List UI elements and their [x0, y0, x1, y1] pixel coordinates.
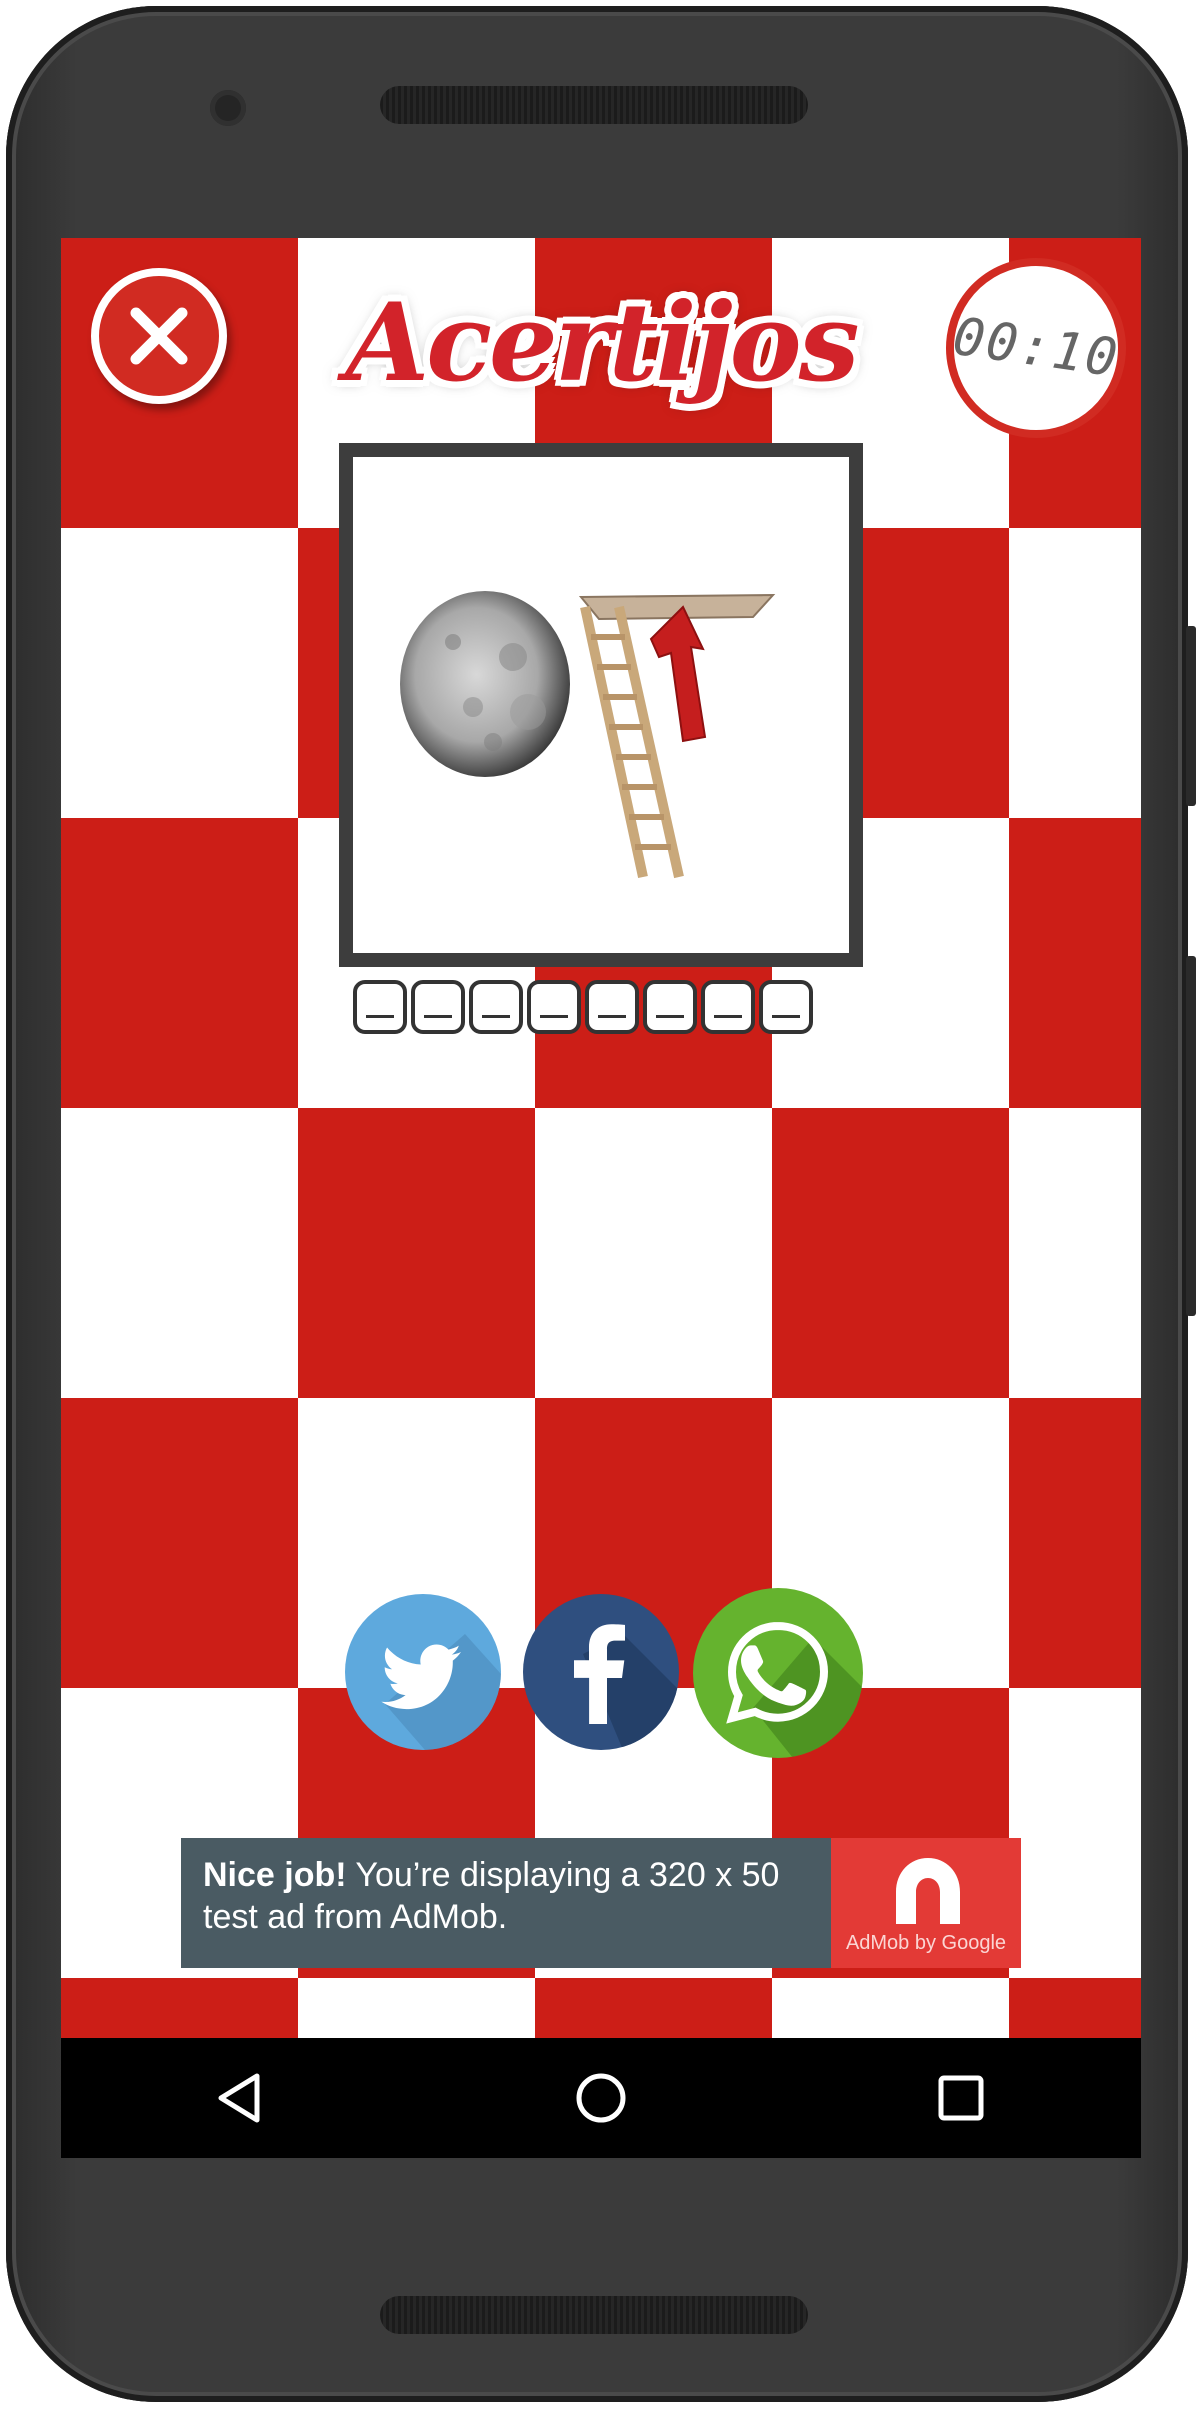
- app-title: Acertijos: [345, 280, 860, 406]
- checker-square: [535, 1978, 772, 2038]
- answer-slot[interactable]: [411, 980, 465, 1034]
- checker-square: [61, 1978, 298, 2038]
- answer-slot[interactable]: [585, 980, 639, 1034]
- puzzle-image: [339, 443, 863, 967]
- power-button: [1186, 626, 1196, 806]
- checker-square: [1009, 1398, 1141, 1688]
- answer-slot[interactable]: [701, 980, 755, 1034]
- close-icon: [130, 307, 188, 365]
- bottom-speaker: [380, 2296, 808, 2334]
- whatsapp-icon: [726, 1621, 863, 1758]
- checker-square: [61, 1398, 298, 1688]
- twitter-share-button[interactable]: [345, 1594, 501, 1750]
- answer-slot[interactable]: [469, 980, 523, 1034]
- admob-icon: [896, 1857, 960, 1924]
- answer-slot[interactable]: [643, 980, 697, 1034]
- ad-bold-text: Nice job!: [203, 1856, 347, 1894]
- volume-button: [1186, 956, 1196, 1316]
- checker-square: [298, 1108, 535, 1398]
- home-button[interactable]: [551, 2048, 651, 2148]
- facebook-icon: [574, 1624, 679, 1750]
- home-icon: [576, 2073, 626, 2123]
- phone-frame: Acertijos 00:10 Nice job! You’re display…: [6, 6, 1196, 2402]
- recents-button[interactable]: [911, 2048, 1011, 2148]
- answer-slots: [353, 980, 813, 1040]
- checker-square: [772, 1108, 1009, 1398]
- ad-text: Nice job! You’re displaying a 320 x 50 t…: [181, 1838, 831, 1968]
- close-button[interactable]: [91, 268, 227, 404]
- answer-slot[interactable]: [353, 980, 407, 1034]
- recents-icon: [938, 2075, 984, 2121]
- facebook-share-button[interactable]: [523, 1594, 679, 1750]
- up-arrow-icon: [649, 605, 707, 743]
- android-navigation-bar: [61, 2038, 1141, 2158]
- admob-brand: AdMob by Google: [845, 1931, 1007, 1954]
- answer-slot[interactable]: [759, 980, 813, 1034]
- front-camera: [210, 90, 246, 126]
- twitter-icon: [381, 1634, 501, 1750]
- checker-square: [1009, 1978, 1141, 2038]
- checker-square: [61, 818, 298, 1108]
- admob-logo: AdMob by Google: [831, 1838, 1021, 1968]
- answer-slot[interactable]: [527, 980, 581, 1034]
- checker-square: [1009, 818, 1141, 1108]
- screen: Acertijos 00:10 Nice job! You’re display…: [61, 238, 1141, 2158]
- moon-icon: [400, 591, 570, 777]
- back-button[interactable]: [191, 2048, 291, 2148]
- whatsapp-share-button[interactable]: [693, 1588, 863, 1758]
- top-speaker: [380, 86, 808, 124]
- admob-banner[interactable]: Nice job! You’re displaying a 320 x 50 t…: [181, 1838, 1021, 1968]
- back-icon: [218, 2073, 260, 2123]
